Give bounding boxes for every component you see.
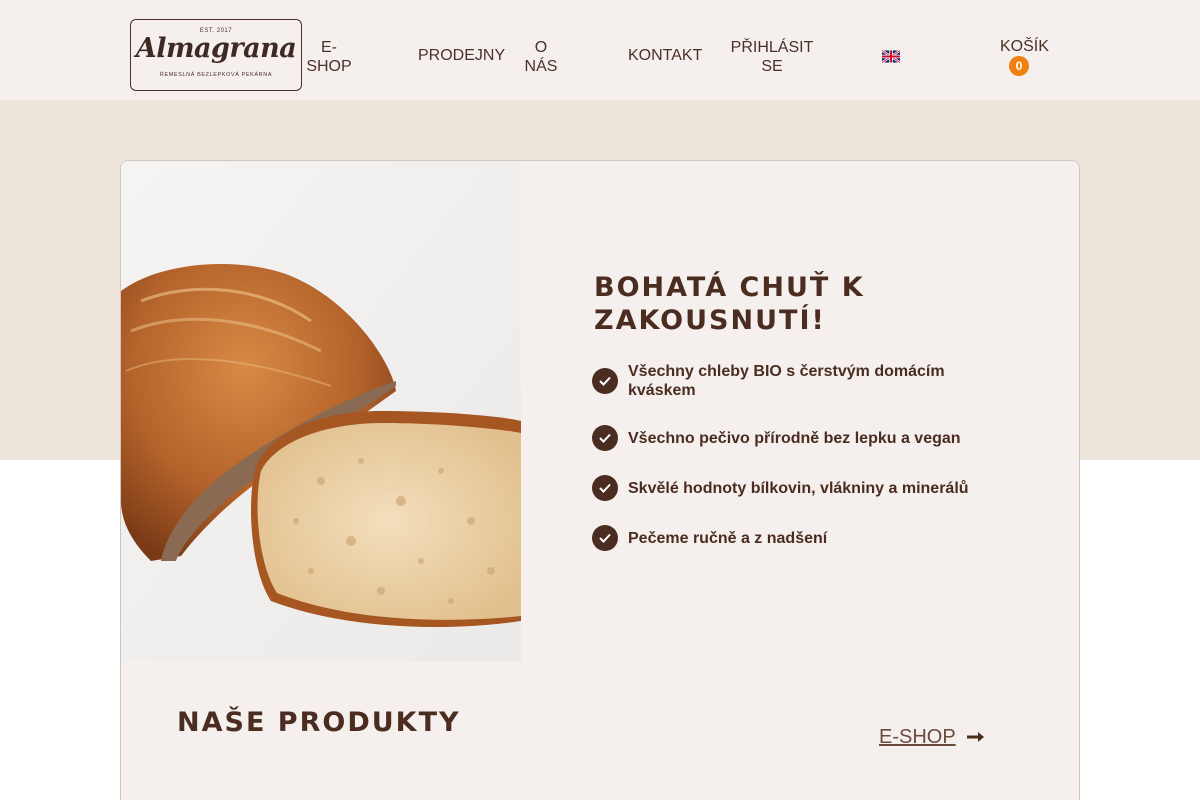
hero-card: BOHATÁ CHUŤ K ZAKOUSNUTÍ! Všechny chleby… <box>120 160 1080 800</box>
uk-flag-icon[interactable] <box>882 50 900 63</box>
check-circle-icon <box>592 475 618 501</box>
logo-name: Almagrana <box>135 33 297 64</box>
feature-text: Všechno pečivo přírodně bez lepku a vega… <box>628 430 961 447</box>
site-header: EST. 2017 Almagrana ŘEMESLNÁ BEZLEPKOVÁ … <box>0 0 1200 100</box>
cart-count-badge[interactable]: 0 <box>1009 56 1029 76</box>
products-title: NAŠE PRODUKTY <box>177 707 461 738</box>
feature-text: Všechny chleby BIO s čerstvým domácím kv… <box>628 363 945 399</box>
almagrana-logo[interactable]: EST. 2017 Almagrana ŘEMESLNÁ BEZLEPKOVÁ … <box>130 19 302 91</box>
nav-kontakt[interactable]: KONTAKT <box>628 46 702 65</box>
hero-title: BOHATÁ CHUŤ K ZAKOUSNUTÍ! <box>594 272 865 336</box>
cart-link[interactable]: KOŠÍK <box>1000 37 1049 56</box>
bread-image <box>121 161 521 661</box>
nav-o-nas[interactable]: O NÁS <box>524 38 558 76</box>
check-circle-icon <box>592 525 618 551</box>
eshop-link[interactable]: E-SHOP <box>879 726 956 749</box>
logo-tagline: ŘEMESLNÁ BEZLEPKOVÁ PEKÁRNA <box>159 72 273 78</box>
nav-login[interactable]: PŘIHLÁSIT SE <box>720 38 824 76</box>
check-circle-icon <box>592 425 618 451</box>
arrow-right-icon[interactable] <box>966 730 986 744</box>
feature-text: Skvělé hodnoty bílkovin, vlákniny a mine… <box>628 480 969 497</box>
nav-prodejny[interactable]: PRODEJNY <box>418 46 505 65</box>
check-circle-icon <box>592 368 618 394</box>
nav-eshop[interactable]: E-SHOP <box>303 38 355 76</box>
feature-text: Pečeme ručně a z nadšení <box>628 530 828 547</box>
